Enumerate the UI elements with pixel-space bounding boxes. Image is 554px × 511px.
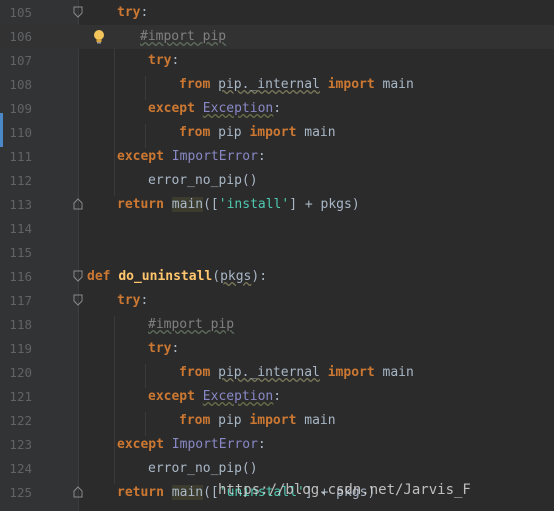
code-line[interactable]: 108 from pip._internal import main xyxy=(0,73,554,97)
line-number: 125 xyxy=(9,485,32,500)
line-number: 120 xyxy=(9,365,32,380)
line-number: 110 xyxy=(9,125,32,140)
code-line[interactable]: 124 error_no_pip() xyxy=(0,457,554,481)
code-text: error_no_pip() xyxy=(148,173,258,188)
code-line[interactable]: 115 xyxy=(0,241,554,265)
code-line[interactable]: 105 try: xyxy=(0,1,554,25)
code-text: except ImportError: xyxy=(117,149,266,164)
code-line[interactable]: 117 try: xyxy=(0,289,554,313)
code-text: try: xyxy=(148,53,180,68)
line-number: 106 xyxy=(9,29,32,44)
line-number: 117 xyxy=(9,293,32,308)
code-text: def do_uninstall(pkgs): xyxy=(87,269,268,284)
code-text: from pip._internal import main xyxy=(179,77,414,92)
line-number: 118 xyxy=(9,317,32,332)
code-text: except Exception: xyxy=(148,101,282,116)
code-line[interactable]: 120 from pip._internal import main xyxy=(0,361,554,385)
code-text: except Exception: xyxy=(148,389,282,404)
code-text: from pip._internal import main xyxy=(179,365,414,380)
code-text: #import pip xyxy=(140,29,227,44)
code-text: from pip import main xyxy=(179,413,336,428)
code-line[interactable]: 114 xyxy=(0,217,554,241)
code-text: try: xyxy=(117,293,149,308)
line-number: 121 xyxy=(9,389,32,404)
code-line[interactable]: 109 except Exception: xyxy=(0,97,554,121)
code-line[interactable]: 112 error_no_pip() xyxy=(0,169,554,193)
line-number: 123 xyxy=(9,437,32,452)
line-number: 114 xyxy=(9,221,32,236)
watermark-text: https://blog.csdn.net/Jarvis_F xyxy=(218,482,471,498)
code-line[interactable]: 107 try: xyxy=(0,49,554,73)
line-number: 124 xyxy=(9,461,32,476)
line-number: 111 xyxy=(9,149,32,164)
line-number: 108 xyxy=(9,77,32,92)
line-number: 112 xyxy=(9,173,32,188)
code-line[interactable]: 118 #import pip xyxy=(0,313,554,337)
code-text: error_no_pip() xyxy=(148,461,258,476)
line-number: 119 xyxy=(9,341,32,356)
code-line[interactable]: 119 try: xyxy=(0,337,554,361)
line-number: 107 xyxy=(9,53,32,68)
code-line-current[interactable]: 106 #import pip xyxy=(0,25,554,49)
code-line[interactable]: 116 def do_uninstall(pkgs): xyxy=(0,265,554,289)
code-text: #import pip xyxy=(148,317,235,332)
line-number: 115 xyxy=(9,245,32,260)
code-text: return main(['install'] + pkgs) xyxy=(117,197,360,212)
line-number: 113 xyxy=(9,197,32,212)
code-text: try: xyxy=(148,341,180,356)
code-editor[interactable]: 105 try: 106 #import pip 107 try: 108 fr… xyxy=(0,0,554,511)
code-line[interactable]: 110 from pip import main xyxy=(0,121,554,145)
code-text: try: xyxy=(117,5,149,20)
code-text: from pip import main xyxy=(179,125,336,140)
lightbulb-icon[interactable] xyxy=(92,29,106,45)
line-number: 105 xyxy=(9,5,32,20)
line-number: 122 xyxy=(9,413,32,428)
line-number: 116 xyxy=(9,269,32,284)
line-number: 109 xyxy=(9,101,32,116)
code-line[interactable]: 121 except Exception: xyxy=(0,385,554,409)
code-line[interactable]: 113 return main(['install'] + pkgs) xyxy=(0,193,554,217)
code-text: except ImportError: xyxy=(117,437,266,452)
code-line[interactable]: 123 except ImportError: xyxy=(0,433,554,457)
code-line[interactable]: 111 except ImportError: xyxy=(0,145,554,169)
code-line[interactable]: 122 from pip import main xyxy=(0,409,554,433)
